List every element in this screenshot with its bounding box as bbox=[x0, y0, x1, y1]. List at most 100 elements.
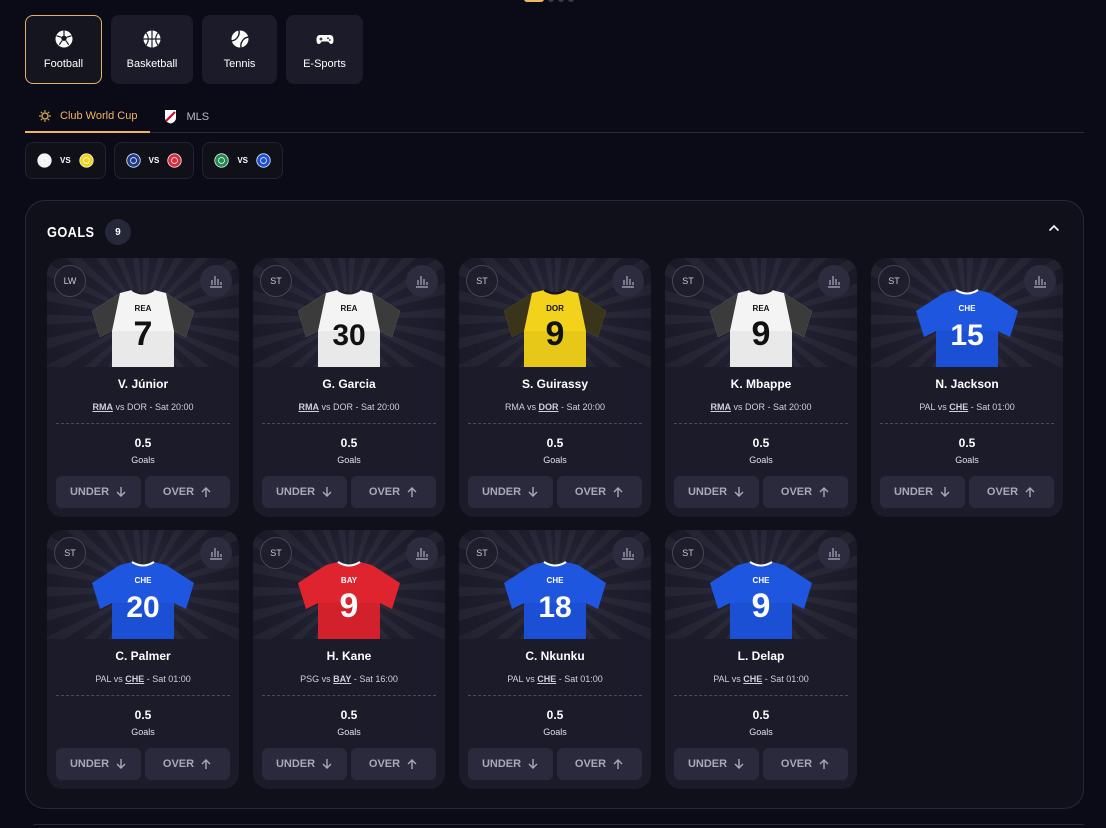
tab-mls[interactable]: MLS bbox=[150, 100, 222, 133]
jersey-team-code: CHE bbox=[547, 576, 565, 585]
stats-button[interactable] bbox=[612, 537, 644, 569]
stats-button[interactable] bbox=[612, 265, 644, 297]
panel-header: GOALS 9 bbox=[47, 219, 131, 245]
under-label: UNDER bbox=[275, 758, 316, 770]
home-team-code: PAL bbox=[919, 402, 936, 412]
arrow-down-icon bbox=[116, 759, 126, 769]
jersey-number: 7 bbox=[134, 315, 153, 353]
arrow-up-icon bbox=[407, 487, 417, 497]
vs-text: vs bbox=[526, 402, 536, 412]
over-button[interactable]: OVER bbox=[763, 748, 848, 780]
over-label: OVER bbox=[574, 486, 607, 498]
under-button[interactable]: UNDER bbox=[468, 476, 553, 508]
prop-line: 0.5 bbox=[546, 436, 564, 450]
over-button[interactable]: OVER bbox=[145, 748, 230, 780]
carousel-dot[interactable] bbox=[558, 0, 564, 2]
tennis-ball-icon bbox=[230, 30, 249, 48]
chelsea-crest bbox=[256, 153, 271, 168]
fixture-info: RMA vs DOR - Sat 20:00 bbox=[253, 402, 445, 412]
over-button[interactable]: OVER bbox=[557, 748, 642, 780]
stats-button[interactable] bbox=[406, 537, 438, 569]
arrow-down-icon bbox=[116, 487, 126, 497]
kickoff-time: Sat 20:00 bbox=[566, 402, 606, 412]
stats-button[interactable] bbox=[200, 265, 232, 297]
home-team-code: PAL bbox=[507, 674, 524, 684]
player-name: S. Guirassy bbox=[521, 377, 589, 391]
tab-football[interactable]: Football bbox=[25, 15, 102, 84]
jersey-team-code: CHE bbox=[753, 576, 771, 585]
under-button[interactable]: UNDER bbox=[262, 748, 347, 780]
pick-buttons: UNDER OVER bbox=[56, 748, 230, 780]
tab-club-world-cup[interactable]: Club World Cup bbox=[25, 100, 151, 133]
basketball-icon bbox=[143, 30, 161, 48]
away-team-code: CHE bbox=[949, 402, 969, 412]
tab-esports[interactable]: E-Sports bbox=[286, 15, 363, 84]
gamepad-icon bbox=[316, 35, 333, 44]
match-chip[interactable]: VS bbox=[25, 142, 106, 179]
divider bbox=[33, 824, 1084, 828]
away-team-code: DOR bbox=[744, 402, 765, 412]
stats-button[interactable] bbox=[200, 537, 232, 569]
stats-button[interactable] bbox=[818, 537, 850, 569]
position-badge: ST bbox=[466, 265, 498, 297]
stats-button[interactable] bbox=[1024, 265, 1056, 297]
goals-panel: GOALS 9 REA 7 LW V. Júnior RMA vs DOR - Sat … bbox=[25, 200, 1084, 809]
competition-tabs: Club World Cup MLS bbox=[25, 100, 1084, 133]
over-button[interactable]: OVER bbox=[351, 748, 436, 780]
prop-line: 0.5 bbox=[134, 708, 152, 722]
under-button[interactable]: UNDER bbox=[880, 476, 965, 508]
kickoff-time: Sat 20:00 bbox=[155, 402, 194, 412]
away-team-code: BAY bbox=[333, 674, 352, 684]
away-team-code: DOR bbox=[126, 402, 147, 412]
player-card: CHE 18 ST C. Nkunku PAL vs CHE - Sat 01:00 0.… bbox=[459, 530, 651, 789]
match-chip[interactable]: VS bbox=[202, 142, 284, 179]
position-badge: ST bbox=[54, 537, 86, 569]
player-name: C. Nkunku bbox=[525, 649, 585, 663]
prop-line: 0.5 bbox=[134, 436, 152, 450]
over-button[interactable]: OVER bbox=[969, 476, 1054, 508]
under-button[interactable]: UNDER bbox=[56, 476, 141, 508]
dashed-divider bbox=[468, 423, 642, 424]
tab-basketball[interactable]: Basketball bbox=[111, 15, 193, 84]
arrow-up-icon bbox=[407, 759, 417, 769]
under-button[interactable]: UNDER bbox=[468, 748, 553, 780]
dashed-divider bbox=[674, 695, 848, 696]
under-button[interactable]: UNDER bbox=[56, 748, 141, 780]
prop-stat: Goals bbox=[131, 727, 155, 737]
bar-chart-icon bbox=[210, 548, 222, 560]
vs-label: VS bbox=[60, 156, 71, 165]
home-team-code: RMA bbox=[504, 402, 525, 412]
over-button[interactable]: OVER bbox=[557, 476, 642, 508]
match-chip[interactable]: VS bbox=[113, 142, 195, 179]
stats-button[interactable] bbox=[406, 265, 438, 297]
over-button[interactable]: OVER bbox=[145, 476, 230, 508]
fixture-info: RMA vs DOR - Sat 20:00 bbox=[665, 402, 857, 412]
fixture-info: RMA vs DOR - Sat 20:00 bbox=[459, 402, 651, 412]
home-team-code: RMA bbox=[92, 402, 113, 412]
carousel-dot[interactable] bbox=[548, 0, 554, 2]
under-button[interactable]: UNDER bbox=[674, 476, 759, 508]
tab-label: Tennis bbox=[223, 58, 256, 70]
dashed-divider bbox=[880, 423, 1054, 424]
psg-crest bbox=[126, 153, 141, 168]
time-sep: - bbox=[970, 402, 974, 412]
kickoff-time: Sat 20:00 bbox=[361, 402, 400, 412]
fixture-info: PAL vs CHE - Sat 01:00 bbox=[459, 674, 651, 684]
tab-tennis[interactable]: Tennis bbox=[202, 15, 277, 84]
sport-tabs: Football Basketball Tennis E-Sports bbox=[25, 15, 363, 84]
jersey-team-code: REA bbox=[753, 304, 770, 313]
fixture-info: PAL vs CHE - Sat 01:00 bbox=[47, 674, 239, 684]
arrow-down-icon bbox=[322, 487, 332, 497]
over-button[interactable]: OVER bbox=[351, 476, 436, 508]
stats-button[interactable] bbox=[818, 265, 850, 297]
carousel-dot-active[interactable] bbox=[524, 0, 544, 2]
arrow-up-icon bbox=[613, 487, 623, 497]
jersey-team-code: CHE bbox=[135, 576, 153, 585]
under-button[interactable]: UNDER bbox=[262, 476, 347, 508]
chevron-up-icon[interactable] bbox=[1047, 221, 1061, 235]
over-button[interactable]: OVER bbox=[763, 476, 848, 508]
pick-buttons: UNDER OVER bbox=[468, 476, 642, 508]
under-button[interactable]: UNDER bbox=[674, 748, 759, 780]
jersey-number: 15 bbox=[950, 319, 983, 352]
carousel-dot[interactable] bbox=[568, 0, 574, 2]
